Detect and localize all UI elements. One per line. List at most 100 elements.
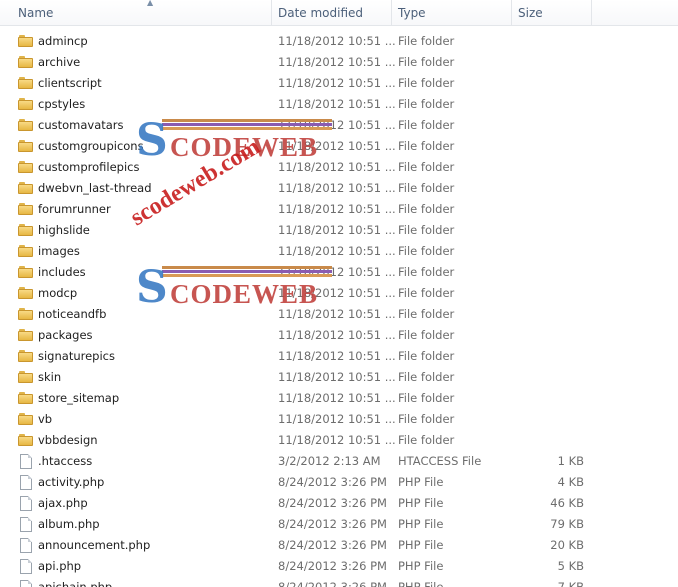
file-row[interactable]: .htaccess 3/2/2012 2:13 AM HTACCESS File 1 …: [0, 451, 678, 472]
file-name: packages: [38, 328, 93, 342]
column-header-date-label: Date modified: [278, 6, 364, 20]
file-row[interactable]: skin 11/18/2012 10:51 ... File folder: [0, 367, 678, 388]
file-type: File folder: [398, 265, 455, 279]
file-row[interactable]: api.php 8/24/2012 3:26 PM PHP File 5 KB: [0, 556, 678, 577]
file-type: File folder: [398, 202, 455, 216]
file-row[interactable]: album.php 8/24/2012 3:26 PM PHP File 79 KB: [0, 514, 678, 535]
file-name: album.php: [38, 517, 100, 531]
file-row[interactable]: includes 11/18/2012 10:51 ... File folder: [0, 262, 678, 283]
file-name: apichain.php: [38, 580, 113, 587]
file-type: File folder: [398, 181, 455, 195]
file-row[interactable]: ajax.php 8/24/2012 3:26 PM PHP File 46 KB: [0, 493, 678, 514]
folder-icon: [18, 349, 34, 364]
file-type: PHP File: [398, 517, 444, 531]
file-row[interactable]: packages 11/18/2012 10:51 ... File folder: [0, 325, 678, 346]
file-name: customprofilepics: [38, 160, 140, 174]
file-date-modified: 11/18/2012 10:51 ...: [278, 328, 396, 342]
file-row[interactable]: customavatars 11/18/2012 10:51 ... File fo…: [0, 115, 678, 136]
file-date-modified: 8/24/2012 3:26 PM: [278, 517, 387, 531]
file-type: File folder: [398, 76, 455, 90]
file-row[interactable]: store_sitemap 11/18/2012 10:51 ... File fo…: [0, 388, 678, 409]
file-row[interactable]: forumrunner 11/18/2012 10:51 ... File fold…: [0, 199, 678, 220]
folder-icon: [18, 139, 34, 154]
file-name: admincp: [38, 34, 88, 48]
file-row[interactable]: customprofilepics 11/18/2012 10:51 ... Fil…: [0, 157, 678, 178]
file-name: customgroupicons: [38, 139, 144, 153]
column-header-date[interactable]: Date modified: [272, 0, 392, 25]
file-date-modified: 11/18/2012 10:51 ...: [278, 223, 396, 237]
file-row[interactable]: noticeandfb 11/18/2012 10:51 ... File fold…: [0, 304, 678, 325]
file-row[interactable]: vb 11/18/2012 10:51 ... File folder: [0, 409, 678, 430]
file-row[interactable]: dwebvn_last-thread 11/18/2012 10:51 ... Fi…: [0, 178, 678, 199]
watermark-logo-text: CODEWEB: [170, 279, 319, 309]
folder-icon: [18, 328, 34, 343]
file-type: File folder: [398, 391, 455, 405]
column-header-size[interactable]: Size: [512, 0, 592, 25]
file-date-modified: 11/18/2012 10:51 ...: [278, 34, 396, 48]
file-icon: [18, 517, 34, 532]
file-name: api.php: [38, 559, 82, 573]
file-row[interactable]: modcp 11/18/2012 10:51 ... File folder: [0, 283, 678, 304]
file-type: File folder: [398, 307, 455, 321]
file-explorer-list: Name ▲ Date modified Type Size admincp 11…: [0, 0, 678, 587]
file-type: File folder: [398, 328, 455, 342]
file-type: File folder: [398, 412, 455, 426]
folder-icon: [18, 370, 34, 385]
column-header-type[interactable]: Type: [392, 0, 512, 25]
column-header-bar: Name ▲ Date modified Type Size: [0, 0, 678, 26]
watermark-logo-initial: S: [136, 262, 168, 313]
file-size: 7 KB: [557, 580, 584, 587]
file-row[interactable]: admincp 11/18/2012 10:51 ... File folder: [0, 31, 678, 52]
file-type: File folder: [398, 160, 455, 174]
file-date-modified: 11/18/2012 10:51 ...: [278, 412, 396, 426]
watermark-logo-initial: S: [136, 115, 168, 166]
file-date-modified: 11/18/2012 10:51 ...: [278, 244, 396, 258]
column-header-name[interactable]: Name ▲: [10, 0, 272, 25]
file-name: images: [38, 244, 80, 258]
file-row[interactable]: apichain.php 8/24/2012 3:26 PM PHP File 7 K…: [0, 577, 678, 587]
file-type: File folder: [398, 286, 455, 300]
file-name: modcp: [38, 286, 78, 300]
file-date-modified: 3/2/2012 2:13 AM: [278, 454, 381, 468]
file-name: .htaccess: [38, 454, 93, 468]
file-type: HTACCESS File: [398, 454, 482, 468]
folder-icon: [18, 181, 34, 196]
file-date-modified: 11/18/2012 10:51 ...: [278, 97, 396, 111]
folder-icon: [18, 244, 34, 259]
folder-icon: [18, 160, 34, 175]
file-date-modified: 11/18/2012 10:51 ...: [278, 433, 396, 447]
folder-icon: [18, 307, 34, 322]
file-type: File folder: [398, 349, 455, 363]
file-name: skin: [38, 370, 62, 384]
file-size: 4 KB: [557, 475, 584, 489]
file-row[interactable]: clientscript 11/18/2012 10:51 ... File fol…: [0, 73, 678, 94]
file-row[interactable]: customgroupicons 11/18/2012 10:51 ... File…: [0, 136, 678, 157]
file-date-modified: 11/18/2012 10:51 ...: [278, 202, 396, 216]
file-type: PHP File: [398, 475, 444, 489]
file-row[interactable]: highslide 11/18/2012 10:51 ... File folder: [0, 220, 678, 241]
file-size: 79 KB: [550, 517, 584, 531]
file-date-modified: 8/24/2012 3:26 PM: [278, 580, 387, 587]
file-row[interactable]: archive 11/18/2012 10:51 ... File folder: [0, 52, 678, 73]
file-icon: [18, 538, 34, 553]
file-size: 1 KB: [557, 454, 584, 468]
file-row[interactable]: images 11/18/2012 10:51 ... File folder: [0, 241, 678, 262]
file-type: PHP File: [398, 538, 444, 552]
file-row[interactable]: signaturepics 11/18/2012 10:51 ... File fo…: [0, 346, 678, 367]
file-type: File folder: [398, 118, 455, 132]
file-name: includes: [38, 265, 86, 279]
file-type: File folder: [398, 97, 455, 111]
folder-icon: [18, 202, 34, 217]
folder-icon: [18, 97, 34, 112]
folder-icon: [18, 223, 34, 238]
file-name: noticeandfb: [38, 307, 107, 321]
file-row[interactable]: activity.php 8/24/2012 3:26 PM PHP File 4 K…: [0, 472, 678, 493]
file-name: vbbdesign: [38, 433, 98, 447]
file-name: cpstyles: [38, 97, 86, 111]
folder-icon: [18, 34, 34, 49]
file-size: 46 KB: [550, 496, 584, 510]
file-row[interactable]: cpstyles 11/18/2012 10:51 ... File folder: [0, 94, 678, 115]
file-name: forumrunner: [38, 202, 111, 216]
file-row[interactable]: announcement.php 8/24/2012 3:26 PM PHP Fil…: [0, 535, 678, 556]
file-row[interactable]: vbbdesign 11/18/2012 10:51 ... File folder: [0, 430, 678, 451]
